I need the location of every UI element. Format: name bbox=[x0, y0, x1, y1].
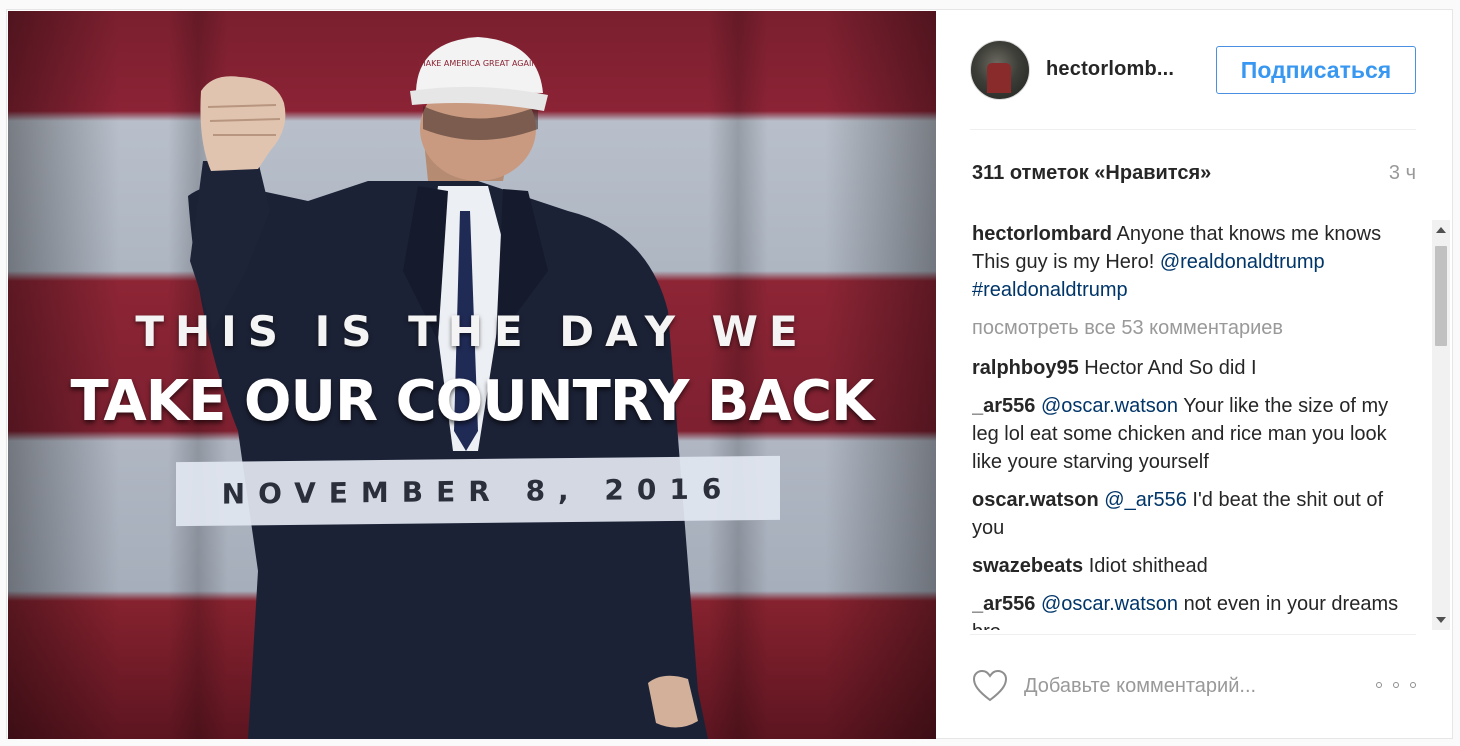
post-time[interactable]: 3 ч bbox=[1389, 162, 1416, 185]
list-item: swazebeats Idiot shithead bbox=[972, 552, 1432, 580]
dot bbox=[1410, 682, 1416, 688]
comment-author[interactable]: _ar556 bbox=[972, 395, 1035, 417]
comments-list[interactable]: hectorlombard Anyone that knows me knows… bbox=[972, 220, 1432, 630]
comment-mention[interactable]: @oscar.watson bbox=[1041, 395, 1178, 417]
scroll-up-arrow-icon[interactable] bbox=[1436, 227, 1446, 233]
add-comment-row bbox=[972, 667, 1416, 707]
view-all-comments-link[interactable]: посмотреть все 53 комментариев bbox=[972, 314, 1432, 342]
scroll-down-arrow-icon[interactable] bbox=[1436, 617, 1446, 623]
list-item: ralphboy95 Hector And So did I bbox=[972, 354, 1432, 382]
more-options-icon[interactable] bbox=[1376, 677, 1416, 693]
cap-text: MAKE AMERICA GREAT AGAIN bbox=[419, 59, 538, 68]
comment-mention[interactable]: @_ar556 bbox=[1104, 489, 1187, 511]
comments-scrollbar[interactable] bbox=[1432, 220, 1450, 630]
comment-text: Your like the size of my leg lol eat som… bbox=[972, 395, 1389, 473]
list-item: _ar556 @oscar.watson not even in your dr… bbox=[972, 590, 1432, 630]
comment-text: Idiot shithead bbox=[1088, 555, 1208, 577]
post-sidebar: hectorlomb... Подписаться 311 отметок «Н… bbox=[937, 10, 1452, 738]
comment-author[interactable]: _ar556 bbox=[972, 593, 1035, 615]
post-header: hectorlomb... Подписаться bbox=[970, 40, 1416, 100]
comment-author[interactable]: hectorlombard bbox=[972, 223, 1112, 245]
heart-icon[interactable] bbox=[972, 669, 1008, 703]
comment-author[interactable]: ralphboy95 bbox=[972, 357, 1079, 379]
comment-mention[interactable]: @oscar.watson bbox=[1041, 593, 1178, 615]
headline-line-2: TAKE OUR COUNTRY BACK bbox=[70, 369, 875, 434]
comment-input[interactable] bbox=[1024, 671, 1354, 701]
list-item: _ar556 @oscar.watson Your like the size … bbox=[972, 392, 1432, 476]
username-link[interactable]: hectorlomb... bbox=[1046, 58, 1174, 81]
likes-count[interactable]: 311 отметок «Нравится» bbox=[972, 162, 1211, 185]
comment-text: not even in your dreams bro bbox=[972, 593, 1399, 630]
dot bbox=[1376, 682, 1382, 688]
instagram-post: MAKE AMERICA GREAT AGAIN THIS IS THE DAY… bbox=[6, 9, 1453, 739]
headline-line-1: THIS IS THE DAY WE bbox=[135, 307, 809, 356]
follow-button[interactable]: Подписаться bbox=[1216, 46, 1416, 94]
dot bbox=[1393, 682, 1399, 688]
divider bbox=[970, 634, 1416, 635]
comment-author[interactable]: swazebeats bbox=[972, 555, 1083, 577]
comment-author[interactable]: oscar.watson bbox=[972, 489, 1099, 511]
divider bbox=[970, 129, 1416, 130]
comment-text: Hector And So did I bbox=[1084, 357, 1257, 379]
date-banner: NOVEMBER 8, 2016 bbox=[176, 455, 780, 527]
date-text: NOVEMBER 8, 2016 bbox=[221, 471, 735, 511]
avatar[interactable] bbox=[970, 40, 1030, 100]
caption: hectorlombard Anyone that knows me knows… bbox=[972, 220, 1432, 304]
scrollbar-thumb[interactable] bbox=[1435, 246, 1447, 346]
post-image[interactable]: MAKE AMERICA GREAT AGAIN THIS IS THE DAY… bbox=[8, 11, 936, 739]
list-item: oscar.watson @_ar556 I'd beat the shit o… bbox=[972, 486, 1432, 542]
